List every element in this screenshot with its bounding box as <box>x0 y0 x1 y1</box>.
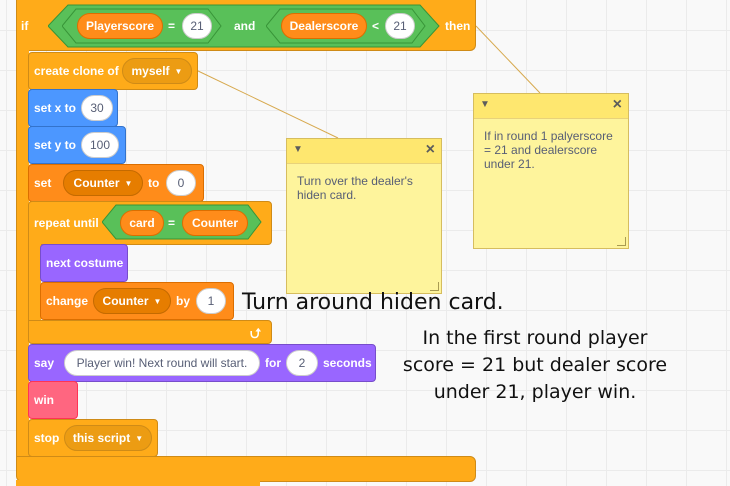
triangle-down-icon: ▼ <box>153 296 162 306</box>
repeat-until-bottom[interactable] <box>28 320 272 344</box>
stop-label: stop <box>34 431 60 445</box>
set-y-label: set y to <box>34 138 77 152</box>
stop-option-value: this script <box>72 431 131 445</box>
counter-reporter[interactable]: Counter <box>182 210 248 236</box>
comment-note-dealer-card[interactable]: ▼ × Turn over the dealer's hiden card. <box>286 138 442 294</box>
set-variable-input[interactable]: 0 <box>166 170 196 196</box>
less-than-sign: < <box>372 19 380 33</box>
to-label: to <box>148 176 160 190</box>
if-block-bottom[interactable] <box>16 456 476 482</box>
change-label: change <box>46 294 89 308</box>
comment-note-text[interactable]: If in round 1 palyerscore = 21 and deale… <box>474 119 628 181</box>
playerscore-value-input[interactable]: 21 <box>182 13 212 39</box>
say-label: say <box>34 356 55 370</box>
close-icon[interactable]: × <box>613 96 622 114</box>
set-x-input[interactable]: 30 <box>81 95 113 121</box>
by-label: by <box>176 294 191 308</box>
comment-note-header[interactable]: ▼ × <box>287 139 441 164</box>
repeat-until-label: repeat until <box>34 216 99 230</box>
dealerscore-reporter[interactable]: Dealerscore <box>281 13 367 39</box>
create-clone-label: create clone of <box>34 64 119 78</box>
annotation-first-round: In the first round player score = 21 but… <box>398 325 672 406</box>
card-reporter[interactable]: card <box>120 210 164 236</box>
next-block-stub <box>16 480 260 486</box>
comment-note-header[interactable]: ▼ × <box>474 94 628 119</box>
change-variable-dropdown[interactable]: Counter ▼ <box>93 288 171 314</box>
annotation-line-1: In the first round player <box>422 327 648 349</box>
triangle-down-icon: ▼ <box>124 178 133 188</box>
equals-sign: = <box>168 19 176 33</box>
annotation-hidden-card: Turn around hiden card. <box>242 290 504 315</box>
and-label: and <box>234 19 256 33</box>
stop-option-dropdown[interactable]: this script ▼ <box>64 425 152 451</box>
set-variable-value: Counter <box>73 176 120 190</box>
collapse-icon[interactable]: ▼ <box>293 144 303 155</box>
playerscore-reporter[interactable]: Playerscore <box>77 13 163 39</box>
then-label: then <box>445 19 471 33</box>
comment-note-round-one[interactable]: ▼ × If in round 1 palyerscore = 21 and d… <box>473 93 629 249</box>
comment-note-text[interactable]: Turn over the dealer's hiden card. <box>287 164 441 212</box>
close-icon[interactable]: × <box>426 141 435 159</box>
for-label: for <box>265 356 281 370</box>
if-label: if <box>21 19 29 33</box>
next-costume-label: next costume <box>46 256 124 270</box>
set-x-label: set x to <box>34 101 77 115</box>
triangle-down-icon: ▼ <box>135 433 144 443</box>
say-seconds-input[interactable]: 2 <box>286 350 318 376</box>
dealerscore-value-input[interactable]: 21 <box>385 13 415 39</box>
annotation-line-2: score = 21 but dealer score <box>402 354 668 376</box>
seconds-label: seconds <box>323 356 372 370</box>
win-label: win <box>34 393 54 407</box>
card-equals-sign: = <box>168 216 176 230</box>
resize-handle[interactable] <box>617 237 626 246</box>
set-label: set <box>34 176 52 190</box>
say-text-input[interactable]: Player win! Next round will start. <box>64 350 260 376</box>
clone-target-value: myself <box>131 64 170 78</box>
collapse-icon[interactable]: ▼ <box>480 99 490 110</box>
change-variable-input[interactable]: 1 <box>196 288 226 314</box>
clone-target-dropdown[interactable]: myself ▼ <box>122 58 192 84</box>
triangle-down-icon: ▼ <box>174 66 183 76</box>
set-variable-dropdown[interactable]: Counter ▼ <box>63 170 143 196</box>
change-variable-value: Counter <box>102 294 149 308</box>
annotation-line-3: under 21, player win. <box>433 381 637 403</box>
set-y-input[interactable]: 100 <box>81 132 119 158</box>
